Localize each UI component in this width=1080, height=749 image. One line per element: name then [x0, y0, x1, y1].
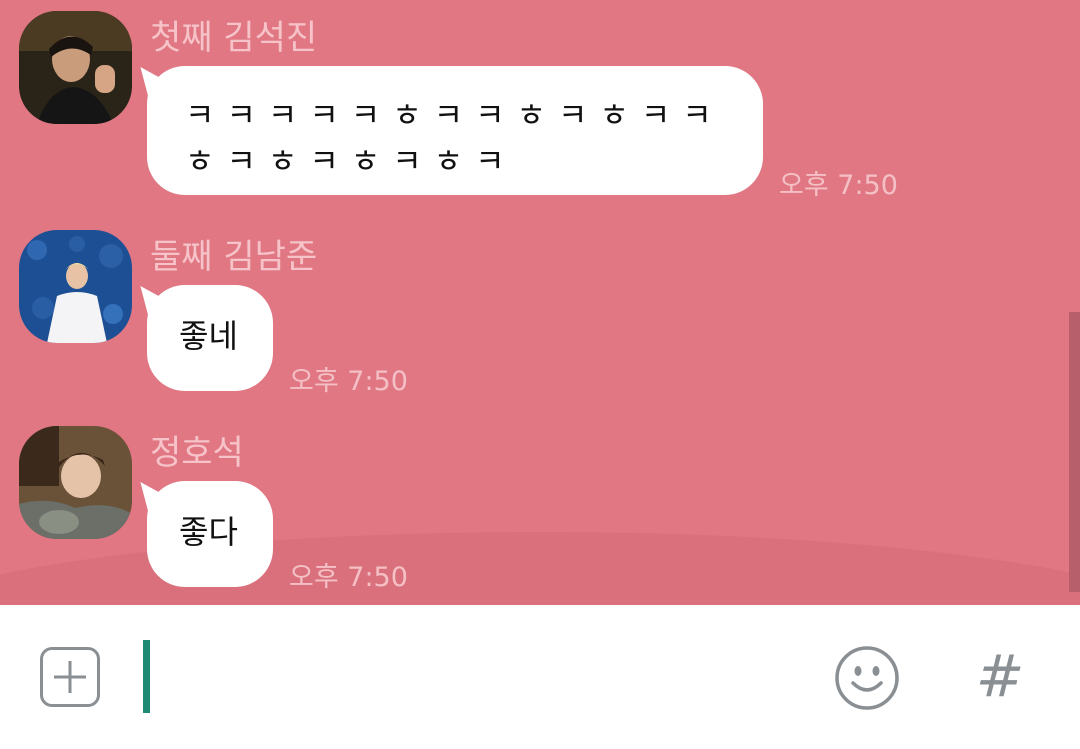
message-time: 오후 7:50	[289, 562, 408, 593]
message-text: ㅋㅋㅋㅋㅋㅎㅋㅋㅎㅋㅎㅋㅋㅎㅋㅎㅋㅎㅋㅎㅋ	[185, 96, 724, 180]
sender-name: 정호석	[150, 433, 244, 473]
avatar[interactable]	[19, 230, 132, 343]
sender-name: 첫째 김석진	[150, 18, 318, 58]
scrollbar[interactable]	[1069, 312, 1080, 592]
text-cursor[interactable]	[143, 640, 150, 713]
chat-message-list[interactable]: 첫째 김석진 ㅋㅋㅋㅋㅋㅎㅋㅋㅎㅋㅎㅋㅋㅎㅋㅎㅋㅎㅋㅎㅋ 오후 7:50 둘째 …	[0, 0, 1080, 605]
avatar[interactable]	[19, 426, 132, 539]
message-bubble[interactable]: 좋다	[130, 474, 273, 587]
smiley-icon[interactable]	[834, 645, 900, 711]
message-time: 오후 7:50	[289, 366, 408, 397]
plus-square-icon[interactable]	[40, 647, 100, 707]
avatar[interactable]	[19, 11, 132, 124]
message-bubble[interactable]: ㅋㅋㅋㅋㅋㅎㅋㅋㅎㅋㅎㅋㅋㅎㅋㅎㅋㅎㅋㅎㅋ	[130, 59, 763, 195]
sender-name: 둘째 김남준	[150, 237, 318, 277]
message-time: 오후 7:50	[779, 170, 898, 201]
message-text: 좋네	[179, 317, 238, 355]
message-text: 좋다	[179, 513, 238, 551]
chat-screen: 첫째 김석진 ㅋㅋㅋㅋㅋㅎㅋㅋㅎㅋㅎㅋㅋㅎㅋㅎㅋㅎㅋㅎㅋ 오후 7:50 둘째 …	[0, 0, 1080, 749]
message-bubble[interactable]: 좋네	[130, 278, 273, 391]
message-input-bar: #	[0, 605, 1080, 749]
hashtag-icon[interactable]: #	[972, 643, 1028, 709]
